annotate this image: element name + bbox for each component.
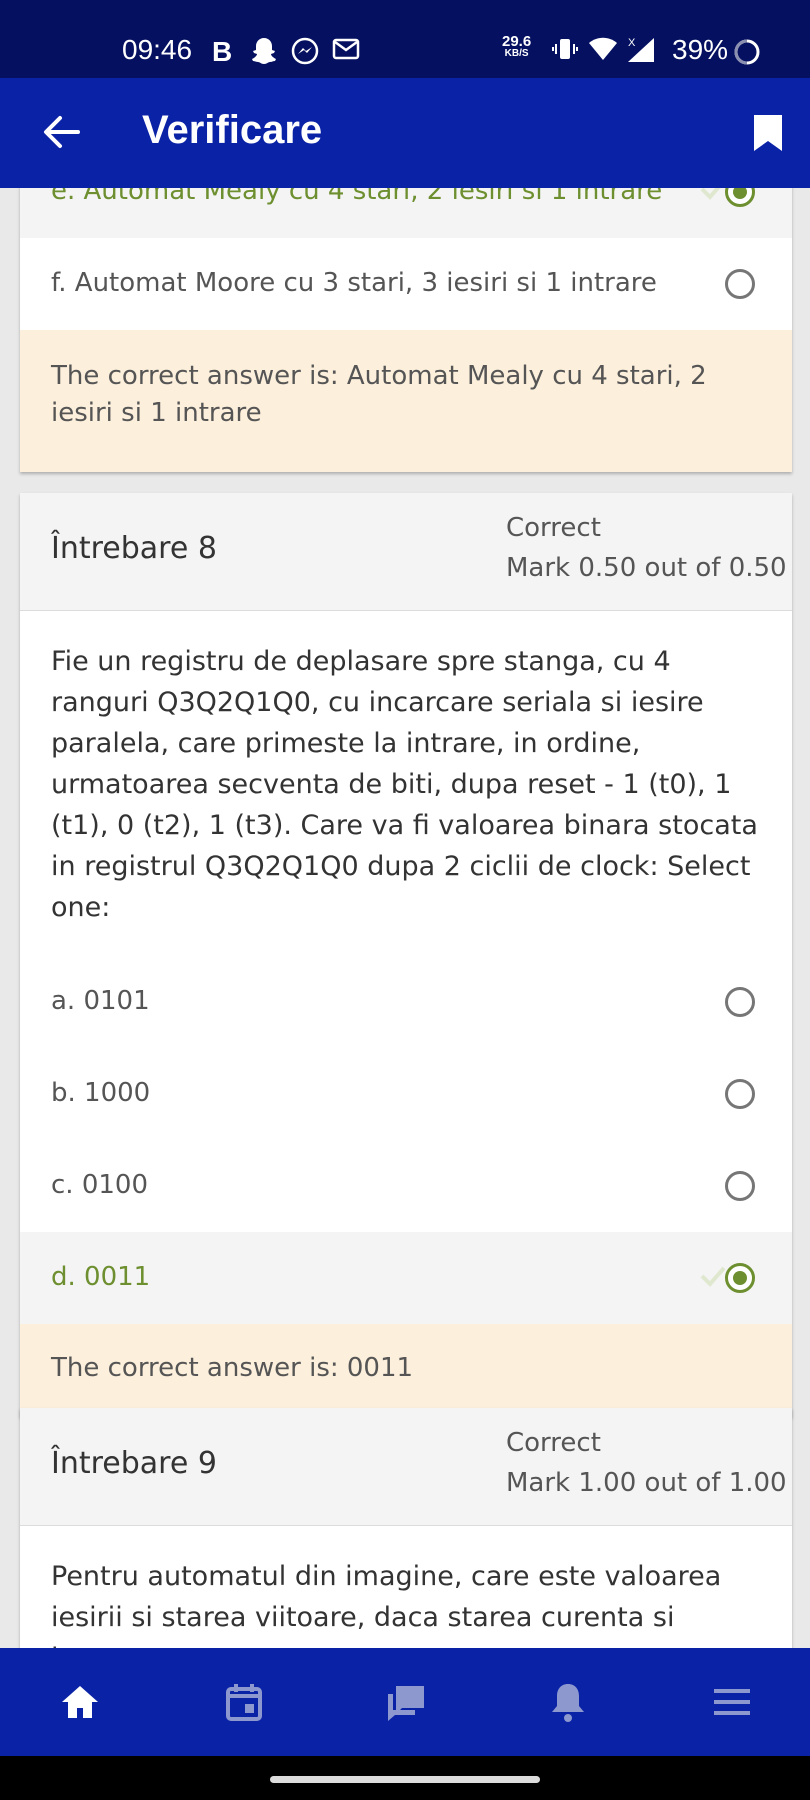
wifi-icon: [588, 36, 618, 66]
answer-option-label: a. 0101: [51, 986, 150, 1016]
question-9-card: Întrebare 9 Correct Mark 1.00 out of 1.0…: [20, 1408, 792, 1648]
answer-option-label: f. Automat Moore cu 3 stari, 3 iesiri si…: [51, 268, 657, 298]
battery-level: 39%: [672, 34, 729, 65]
answer-option-c[interactable]: c. 0100: [20, 1140, 792, 1232]
notifications-bell-icon[interactable]: [546, 1680, 590, 1724]
question-mark: Mark 1.00 out of 1.00: [506, 1468, 787, 1498]
answer-option-label: e. Automat Mealy cu 4 stari, 2 iesiri si…: [51, 188, 663, 206]
radio-button[interactable]: [725, 987, 755, 1017]
answer-option-label: b. 1000: [51, 1078, 151, 1108]
messenger-icon: [290, 36, 320, 70]
net-speed: 29.6 KB/S: [502, 33, 532, 59]
answer-option-b[interactable]: b. 1000: [20, 1048, 792, 1140]
messages-icon[interactable]: [384, 1680, 428, 1724]
answer-option-label: d. 0011: [51, 1262, 151, 1292]
back-arrow-icon[interactable]: [42, 114, 82, 154]
answer-option-f[interactable]: f. Automat Moore cu 3 stari, 3 iesiri si…: [20, 238, 792, 330]
question-8-card: Întrebare 8 Correct Mark 0.50 out of 0.5…: [20, 493, 792, 1417]
correct-answer-feedback: The correct answer is: Automat Mealy cu …: [20, 330, 792, 472]
vibrate-icon: [552, 36, 578, 66]
radio-button[interactable]: [725, 188, 755, 207]
correct-answer-feedback: The correct answer is: 0011: [20, 1324, 792, 1417]
status-time: 09:46: [122, 34, 193, 65]
radio-button[interactable]: [725, 1171, 755, 1201]
question-text: Pentru automatul din imagine, care este …: [51, 1561, 722, 1648]
answer-option-a[interactable]: a. 0101: [20, 956, 792, 1048]
radio-button[interactable]: [725, 269, 755, 299]
svg-text:B: B: [212, 36, 232, 64]
question-number: Întrebare 9: [51, 1446, 217, 1481]
app-bar: Verificare: [0, 78, 810, 188]
answer-option-e[interactable]: e. Automat Mealy cu 4 stari, 2 iesiri si…: [20, 188, 792, 238]
correct-check-icon: [700, 188, 726, 204]
bottom-navigation: [0, 1648, 810, 1756]
status-bar: 09:46 B 29.6 KB/S X 39%: [0, 0, 810, 78]
bookmark-icon[interactable]: [752, 113, 784, 157]
question-state: Correct: [506, 1428, 601, 1458]
menu-icon[interactable]: [710, 1680, 754, 1724]
gmail-icon: [332, 36, 360, 66]
question-header: Întrebare 9 Correct Mark 1.00 out of 1.0…: [20, 1408, 792, 1526]
signal-icon: X: [624, 36, 660, 68]
question-state: Correct: [506, 513, 601, 543]
battery-saver-icon: [732, 37, 762, 71]
question-number: Întrebare 8: [51, 531, 217, 566]
home-gesture-bar[interactable]: [270, 1776, 540, 1783]
question-mark: Mark 0.50 out of 0.50: [506, 553, 787, 583]
radio-button[interactable]: [725, 1263, 755, 1293]
question-text: Fie un registru de deplasare spre stanga…: [51, 646, 758, 923]
question-header: Întrebare 8 Correct Mark 0.50 out of 0.5…: [20, 493, 792, 611]
calendar-icon[interactable]: [222, 1680, 266, 1724]
review-content[interactable]: e. Automat Mealy cu 4 stari, 2 iesiri si…: [0, 188, 810, 1648]
answer-option-label: c. 0100: [51, 1170, 148, 1200]
b-icon: B: [210, 36, 236, 68]
answer-option-d[interactable]: d. 0011: [20, 1232, 792, 1324]
svg-text:X: X: [628, 37, 636, 49]
snapchat-icon: [250, 36, 278, 68]
home-icon[interactable]: [58, 1680, 102, 1724]
question-7-card: e. Automat Mealy cu 4 stari, 2 iesiri si…: [20, 188, 792, 472]
page-title: Verificare: [142, 108, 323, 152]
radio-button[interactable]: [725, 1079, 755, 1109]
correct-check-icon: [700, 1265, 726, 1291]
